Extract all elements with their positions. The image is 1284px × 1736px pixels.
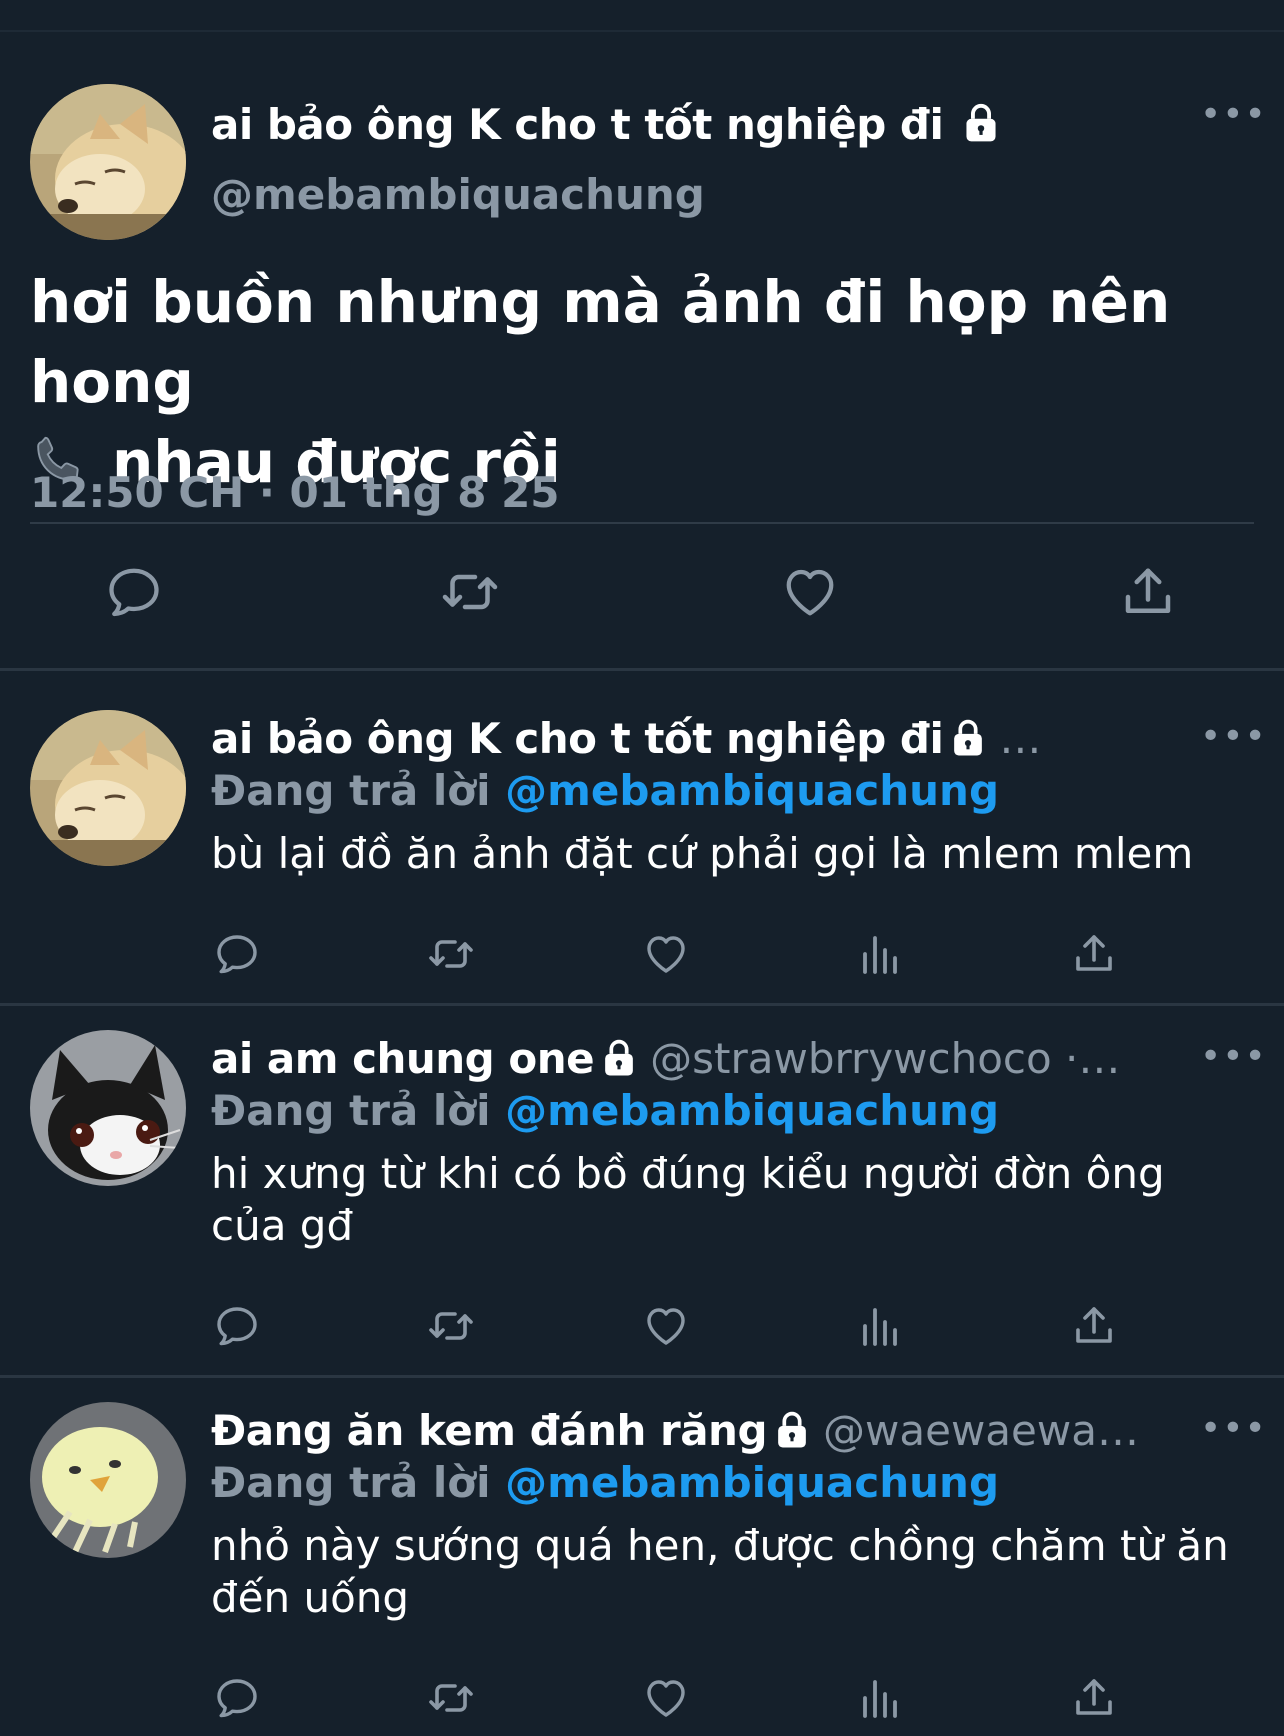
share-icon xyxy=(1070,930,1118,978)
mention-link[interactable]: @mebambiquachung xyxy=(505,1458,999,1507)
like-icon xyxy=(780,562,840,622)
avatar[interactable] xyxy=(30,1402,186,1558)
retweet-button[interactable] xyxy=(427,1674,475,1722)
lock-icon xyxy=(600,1037,638,1077)
reply-button[interactable] xyxy=(104,562,164,622)
more-options-button[interactable]: ••• xyxy=(1200,94,1267,135)
reply-tweet[interactable]: ai am chung one @strawbrrywchoco ·… ••• Đ… xyxy=(0,1030,1284,1370)
replying-prefix: Đang trả lời xyxy=(211,1458,491,1507)
retweet-icon xyxy=(427,1302,475,1350)
views-icon xyxy=(857,1302,905,1350)
separator xyxy=(0,1003,1284,1006)
like-button[interactable] xyxy=(642,1674,690,1722)
reply-button[interactable] xyxy=(213,930,261,978)
avatar[interactable] xyxy=(30,84,186,240)
views-icon xyxy=(857,930,905,978)
views-icon xyxy=(857,1674,905,1722)
display-name[interactable]: ai bảo ông K cho t tốt nghiệp đi xyxy=(211,714,944,763)
action-bar xyxy=(0,562,1284,642)
display-name-text: ai bảo ông K cho t tốt nghiệp đi xyxy=(211,100,944,149)
share-icon xyxy=(1118,562,1178,622)
like-icon xyxy=(642,930,690,978)
retweet-icon xyxy=(427,930,475,978)
tweet-text-line: hơi buồn nhưng mà ảnh đi họp nên hong xyxy=(30,268,1171,416)
display-name[interactable]: ai bảo ông K cho t tốt nghiệp đi xyxy=(211,100,1001,149)
views-button[interactable] xyxy=(857,930,905,978)
share-icon xyxy=(1070,1674,1118,1722)
reply-text: bù lại đồ ăn ảnh đặt cứ phải gọi là mlem… xyxy=(211,829,1194,878)
chick-avatar-image xyxy=(30,1402,186,1558)
display-name[interactable]: ai am chung one xyxy=(211,1034,595,1083)
lock-icon xyxy=(949,717,987,757)
dog-avatar-image xyxy=(30,710,186,866)
separator xyxy=(0,1375,1284,1378)
lock-icon xyxy=(961,101,1001,143)
dog-avatar-image xyxy=(30,84,186,240)
views-button[interactable] xyxy=(857,1302,905,1350)
tweet-text: hơi buồn nhưng mà ảnh đi họp nên hong nh… xyxy=(30,262,1280,502)
reply-button[interactable] xyxy=(213,1302,261,1350)
retweet-button[interactable] xyxy=(440,562,500,622)
views-button[interactable] xyxy=(857,1674,905,1722)
like-icon xyxy=(642,1674,690,1722)
retweet-button[interactable] xyxy=(427,930,475,978)
reply-text: nhỏ này sướng quá hen, được chồng chăm t… xyxy=(211,1521,1229,1622)
username[interactable]: @waewaewa… xyxy=(823,1406,1139,1455)
share-button[interactable] xyxy=(1118,562,1178,622)
cat-avatar-image xyxy=(30,1030,186,1186)
action-bar xyxy=(0,1302,1284,1362)
more-options-button[interactable]: ••• xyxy=(1200,1408,1267,1449)
share-icon xyxy=(1070,1302,1118,1350)
retweet-icon xyxy=(427,1674,475,1722)
lock-icon xyxy=(773,1409,811,1449)
share-button[interactable] xyxy=(1070,930,1118,978)
reply-icon xyxy=(104,562,164,622)
retweet-icon xyxy=(440,562,500,622)
like-icon xyxy=(642,1302,690,1350)
timestamp[interactable]: 12:50 CH · 01 thg 8 25 xyxy=(30,468,560,517)
replying-to: Đang trả lời @mebambiquachung xyxy=(211,1458,999,1507)
main-tweet: ai bảo ông K cho t tốt nghiệp đi @mebamb… xyxy=(0,32,1284,668)
more-options-button[interactable]: ••• xyxy=(1200,1036,1267,1077)
replying-to: Đang trả lời @mebambiquachung xyxy=(211,1086,999,1135)
reply-header: ai am chung one @strawbrrywchoco ·… xyxy=(211,1034,1191,1088)
username[interactable]: … xyxy=(999,714,1041,763)
share-button[interactable] xyxy=(1070,1302,1118,1350)
divider xyxy=(30,522,1254,524)
reply-tweet[interactable]: ai bảo ông K cho t tốt nghiệp đi … ••• Đa… xyxy=(0,710,1284,1000)
like-button[interactable] xyxy=(642,930,690,978)
separator xyxy=(0,668,1284,671)
replying-to: Đang trả lời @mebambiquachung xyxy=(211,766,999,815)
avatar[interactable] xyxy=(30,710,186,866)
reply-tweet[interactable]: Đang ăn kem đánh răng @waewaewa… ••• Đang… xyxy=(0,1402,1284,1736)
username[interactable]: @mebambiquachung xyxy=(211,170,705,219)
avatar[interactable] xyxy=(30,1030,186,1186)
mention-link[interactable]: @mebambiquachung xyxy=(505,1086,999,1135)
mention-link[interactable]: @mebambiquachung xyxy=(505,766,999,815)
share-button[interactable] xyxy=(1070,1674,1118,1722)
display-name[interactable]: Đang ăn kem đánh răng xyxy=(211,1406,768,1455)
action-bar xyxy=(0,1674,1284,1734)
reply-button[interactable] xyxy=(213,1674,261,1722)
reply-header: ai bảo ông K cho t tốt nghiệp đi … xyxy=(211,714,1191,768)
like-button[interactable] xyxy=(642,1302,690,1350)
replying-prefix: Đang trả lời xyxy=(211,1086,491,1135)
reply-icon xyxy=(213,1674,261,1722)
retweet-button[interactable] xyxy=(427,1302,475,1350)
reply-icon xyxy=(213,1302,261,1350)
replying-prefix: Đang trả lời xyxy=(211,766,491,815)
more-options-button[interactable]: ••• xyxy=(1200,716,1267,757)
reply-text: hi xưng từ khi có bồ đúng kiểu người đờn… xyxy=(211,1149,1165,1250)
username[interactable]: @strawbrrywchoco ·… xyxy=(650,1034,1120,1083)
action-bar xyxy=(0,930,1284,990)
reply-icon xyxy=(213,930,261,978)
like-button[interactable] xyxy=(780,562,840,622)
reply-header: Đang ăn kem đánh răng @waewaewa… xyxy=(211,1406,1191,1460)
